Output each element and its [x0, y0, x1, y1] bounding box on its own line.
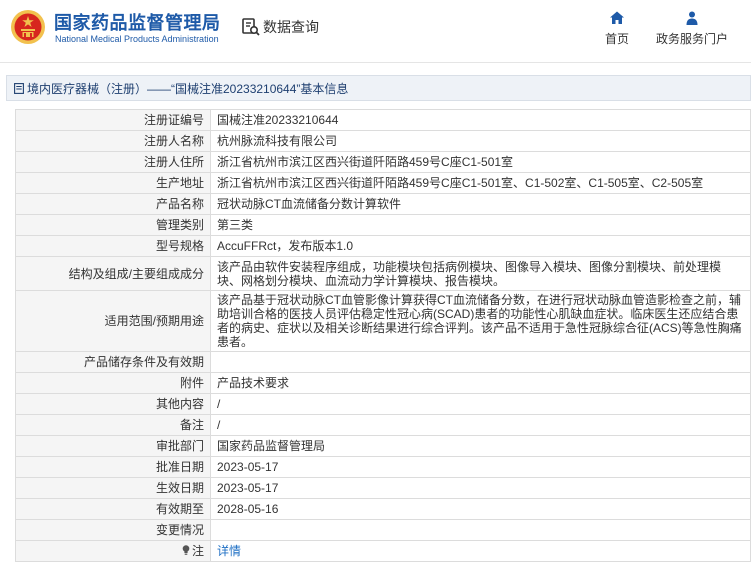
- field-label: 管理类别: [15, 214, 211, 236]
- site-header: 国家药品监督管理局 National Medical Products Admi…: [0, 0, 751, 62]
- table-row: 附件 产品技术要求: [15, 372, 751, 394]
- note-value-cell: 详情: [210, 540, 751, 562]
- field-label: 有效期至: [15, 498, 211, 520]
- table-row: 生效日期 2023-05-17: [15, 477, 751, 499]
- table-row: 变更情况: [15, 519, 751, 541]
- field-label: 产品储存条件及有效期: [15, 351, 211, 373]
- field-label: 注册人住所: [15, 151, 211, 173]
- user-icon: [686, 11, 698, 25]
- table-row: 产品储存条件及有效期: [15, 351, 751, 373]
- field-value: 2023-05-17: [210, 477, 751, 499]
- field-value: 国械注准20233210644: [210, 109, 751, 131]
- brand-title-cn: 国家药品监督管理局: [54, 13, 221, 33]
- breadcrumb: 境内医疗器械（注册）——“国械注准20233210644”基本信息: [6, 75, 751, 101]
- details-link[interactable]: 详情: [217, 544, 241, 558]
- note-label: 注: [191, 544, 204, 558]
- field-label: 型号规格: [15, 235, 211, 257]
- field-value: 产品技术要求: [210, 372, 751, 394]
- table-row: 其他内容 /: [15, 393, 751, 415]
- registration-info-table: 注册证编号 国械注准20233210644 注册人名称 杭州脉流科技有限公司 注…: [15, 109, 751, 562]
- note-label-cell: 注: [15, 540, 211, 562]
- field-value: 该产品由软件安装程序组成，功能模块包括病例模块、图像导入模块、图像分割模块、前处…: [210, 256, 751, 291]
- field-value: /: [210, 414, 751, 436]
- field-value: [210, 351, 751, 373]
- table-row: 产品名称 冠状动脉CT血流储备分数计算软件: [15, 193, 751, 215]
- breadcrumb-text: 境内医疗器械（注册）——“国械注准20233210644”基本信息: [27, 81, 349, 96]
- field-label: 批准日期: [15, 456, 211, 478]
- field-label: 注册证编号: [15, 109, 211, 131]
- field-value: 第三类: [210, 214, 751, 236]
- header-divider: [0, 62, 751, 63]
- field-value: 2023-05-17: [210, 456, 751, 478]
- table-row: 结构及组成/主要组成成分 该产品由软件安装程序组成，功能模块包括病例模块、图像导…: [15, 256, 751, 291]
- field-label: 附件: [15, 372, 211, 394]
- data-query-label: 数据查询: [263, 19, 319, 35]
- data-search-icon: [242, 18, 260, 36]
- nav-home-label: 首页: [604, 32, 629, 46]
- field-value: 冠状动脉CT血流储备分数计算软件: [210, 193, 751, 215]
- table-row: 备注 /: [15, 414, 751, 436]
- national-emblem-icon: [11, 10, 45, 44]
- table-row: 生产地址 浙江省杭州市滨江区西兴街道阡陌路459号C座C1-501室、C1-50…: [15, 172, 751, 194]
- table-row: 审批部门 国家药品监督管理局: [15, 435, 751, 457]
- table-row: 注册人住所 浙江省杭州市滨江区西兴街道阡陌路459号C座C1-501室: [15, 151, 751, 173]
- field-value: 该产品基于冠状动脉CT血管影像计算获得CT血流储备分数，在进行冠状动脉血管造影检…: [210, 290, 751, 352]
- document-icon: [14, 82, 24, 94]
- nav-gov-service-label: 政务服务门户: [655, 32, 728, 46]
- nav-gov-service[interactable]: 政务服务门户: [652, 10, 732, 47]
- field-value: 浙江省杭州市滨江区西兴街道阡陌路459号C座C1-501室: [210, 151, 751, 173]
- lightbulb-icon: [182, 545, 190, 555]
- field-label: 其他内容: [15, 393, 211, 415]
- table-row: 有效期至 2028-05-16: [15, 498, 751, 520]
- field-label: 审批部门: [15, 435, 211, 457]
- table-row: 批准日期 2023-05-17: [15, 456, 751, 478]
- table-row: 注册人名称 杭州脉流科技有限公司: [15, 130, 751, 152]
- home-icon: [610, 11, 624, 24]
- field-value: [210, 519, 751, 541]
- table-row: 管理类别 第三类: [15, 214, 751, 236]
- brand-title-en: National Medical Products Administration: [55, 34, 219, 44]
- field-label: 结构及组成/主要组成成分: [15, 256, 211, 291]
- field-value: 浙江省杭州市滨江区西兴街道阡陌路459号C座C1-501室、C1-502室、C1…: [210, 172, 751, 194]
- table-row: 型号规格 AccuFFRct，发布版本1.0: [15, 235, 751, 257]
- table-row-note: 注 详情: [15, 540, 751, 562]
- field-label: 生效日期: [15, 477, 211, 499]
- field-label: 适用范围/预期用途: [15, 290, 211, 352]
- field-value: /: [210, 393, 751, 415]
- field-label: 产品名称: [15, 193, 211, 215]
- field-label: 备注: [15, 414, 211, 436]
- field-value: AccuFFRct，发布版本1.0: [210, 235, 751, 257]
- field-label: 注册人名称: [15, 130, 211, 152]
- field-label: 生产地址: [15, 172, 211, 194]
- field-value: 杭州脉流科技有限公司: [210, 130, 751, 152]
- field-value: 国家药品监督管理局: [210, 435, 751, 457]
- table-row: 注册证编号 国械注准20233210644: [15, 109, 751, 131]
- field-value: 2028-05-16: [210, 498, 751, 520]
- field-label: 变更情况: [15, 519, 211, 541]
- nav-home[interactable]: 首页: [600, 10, 634, 47]
- table-row: 适用范围/预期用途 该产品基于冠状动脉CT血管影像计算获得CT血流储备分数，在进…: [15, 290, 751, 352]
- data-query-link[interactable]: 数据查询: [241, 16, 319, 38]
